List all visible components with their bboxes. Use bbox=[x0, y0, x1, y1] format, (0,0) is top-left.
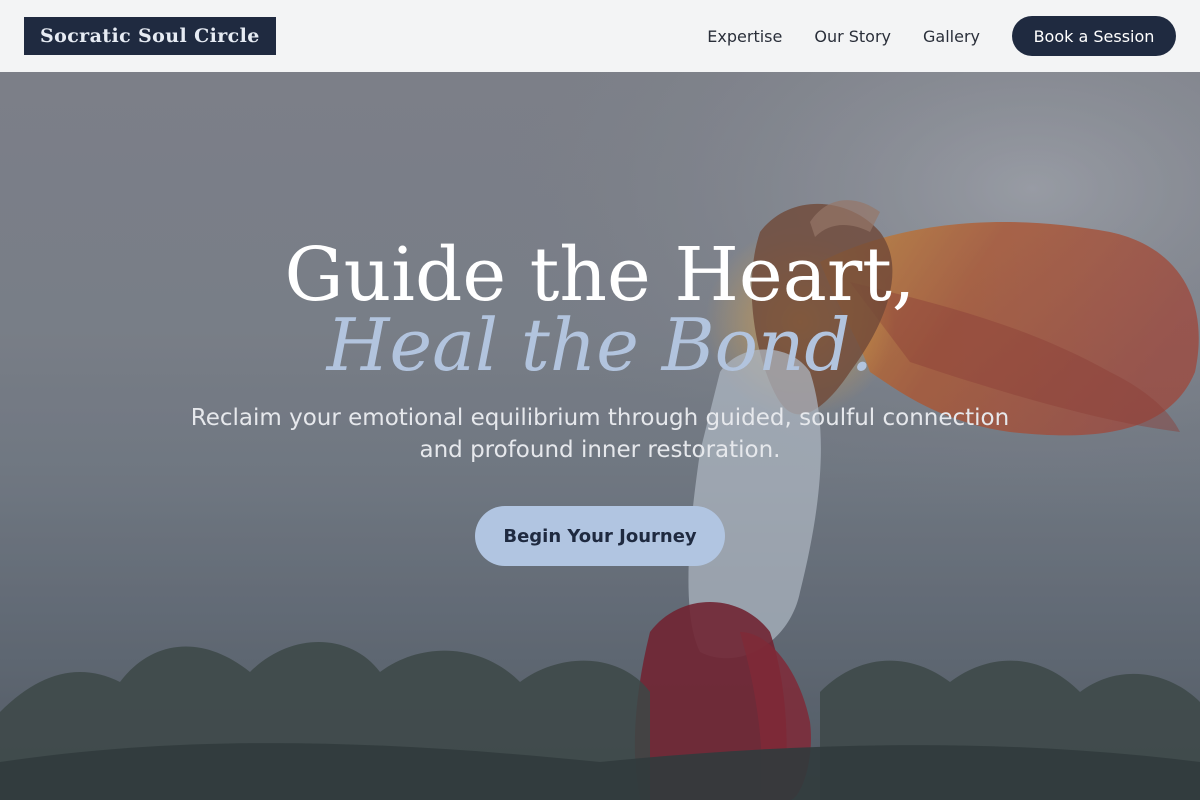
begin-journey-button[interactable]: Begin Your Journey bbox=[475, 506, 725, 566]
book-session-button[interactable]: Book a Session bbox=[1012, 16, 1176, 56]
brand-logo[interactable]: Socratic Soul Circle bbox=[24, 17, 276, 55]
hero-content: Guide the Heart, Heal the Bond. Reclaim … bbox=[0, 72, 1200, 800]
nav-link-gallery[interactable]: Gallery bbox=[923, 27, 980, 46]
brand-name: Socratic Soul Circle bbox=[40, 25, 260, 47]
hero-subtitle: Reclaim your emotional equilibrium throu… bbox=[190, 405, 1010, 463]
top-navbar: Socratic Soul Circle Expertise Our Story… bbox=[0, 0, 1200, 72]
nav-menu: Expertise Our Story Gallery Book a Sessi… bbox=[707, 16, 1176, 56]
hero-section: Guide the Heart, Heal the Bond. Reclaim … bbox=[0, 72, 1200, 800]
hero-headline-line2: Heal the Bond. bbox=[326, 303, 874, 387]
nav-link-expertise[interactable]: Expertise bbox=[707, 27, 782, 46]
nav-link-our-story[interactable]: Our Story bbox=[814, 27, 891, 46]
